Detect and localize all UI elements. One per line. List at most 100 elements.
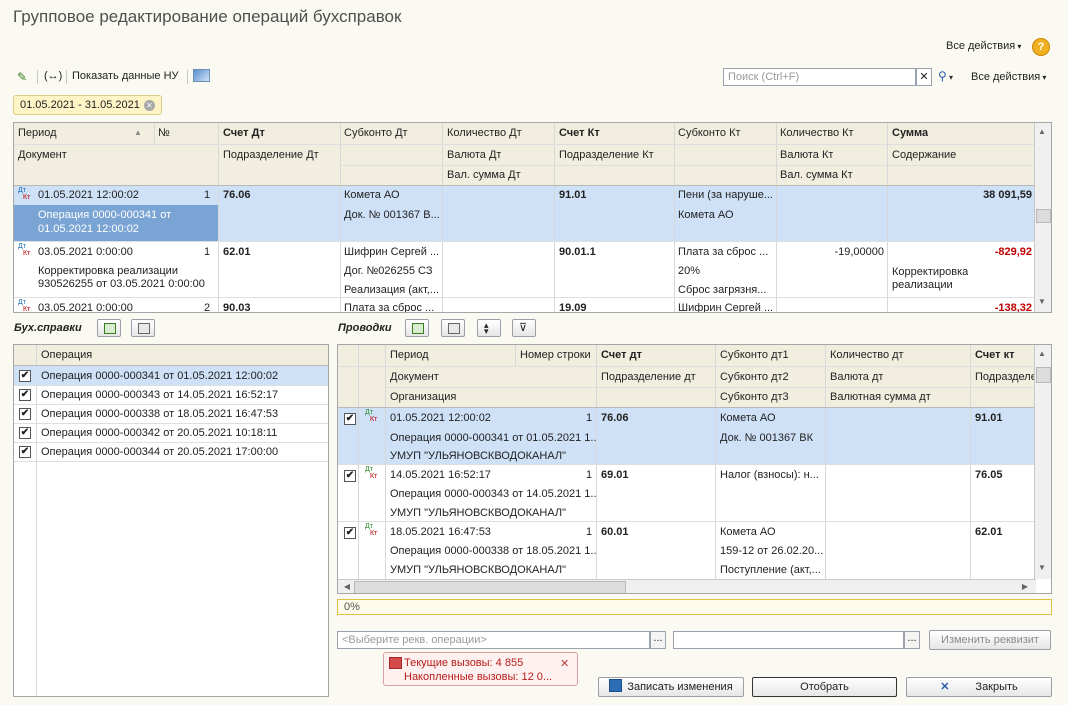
search-icon[interactable]: ⚲ ▾ bbox=[938, 69, 953, 83]
row-sub-kt: Пени (за наруше... bbox=[678, 189, 773, 201]
col-dept-kt[interactable]: Подразделе bbox=[975, 371, 1037, 384]
col-sub-dt2[interactable]: Субконто дт2 bbox=[720, 371, 789, 384]
scroll-thumb[interactable] bbox=[1036, 367, 1051, 383]
col-content[interactable]: Содержание bbox=[892, 149, 956, 162]
operation-checkbox[interactable]: ✔ bbox=[19, 370, 31, 382]
dt-kt-icon[interactable] bbox=[193, 69, 210, 82]
close-x-icon: ✕ bbox=[940, 681, 950, 693]
filter-icon[interactable]: ⊽ bbox=[512, 319, 536, 337]
col-acc-dt[interactable]: Счет Дт bbox=[223, 127, 265, 140]
col-sub-dt1[interactable]: Субконто дт1 bbox=[720, 349, 789, 362]
progress-text: 0% bbox=[344, 601, 360, 613]
entry-checkbox[interactable]: ✔ bbox=[344, 413, 356, 425]
scroll-down-icon[interactable]: ▼ bbox=[1035, 563, 1049, 572]
help-icon[interactable]: ? bbox=[1032, 38, 1050, 56]
check-all-entries-button[interactable] bbox=[405, 319, 429, 337]
row-sum: -829,92 bbox=[994, 246, 1032, 258]
uncheck-all-entries-button[interactable] bbox=[441, 319, 465, 337]
move-button[interactable]: ▴ ▾ bbox=[477, 319, 501, 337]
entry-checkbox[interactable]: ✔ bbox=[344, 470, 356, 482]
row-sub-kt: Плата за сброс ... bbox=[678, 246, 769, 258]
col-acc-kt[interactable]: Счет Кт bbox=[559, 127, 600, 140]
close-icon[interactable]: ✕ bbox=[560, 657, 569, 670]
main-table: Период ▲ № Счет Дт Субконто Дт Количеств… bbox=[13, 122, 1052, 313]
col-sub-dt3[interactable]: Субконто дт3 bbox=[720, 391, 789, 404]
search-clear-icon[interactable]: ✕ bbox=[916, 68, 932, 86]
select-button[interactable]: Отобрать bbox=[752, 677, 897, 697]
col-operation[interactable]: Операция bbox=[41, 349, 92, 362]
requisite-select-button[interactable]: ... bbox=[650, 631, 666, 649]
change-requisite-button[interactable]: Изменить реквизит bbox=[929, 630, 1051, 650]
entries-scrollbar-h[interactable]: ◀ ▶ bbox=[338, 579, 1036, 593]
col-period[interactable]: Период bbox=[390, 349, 429, 362]
uncheck-all-button[interactable] bbox=[131, 319, 155, 337]
grid-line bbox=[596, 345, 597, 579]
col-dept-dt[interactable]: Подразделение Дт bbox=[223, 149, 319, 162]
row-period: 18.05.2021 16:47:53 bbox=[390, 526, 491, 538]
scroll-down-icon[interactable]: ▼ bbox=[1035, 297, 1049, 306]
row-sum: 38 091,59 bbox=[983, 189, 1032, 201]
close-button[interactable]: ✕ Закрыть bbox=[906, 677, 1052, 697]
row-org: УМУП "УЛЬЯНОВСКВОДОКАНАЛ" bbox=[390, 564, 567, 576]
col-qty-dt[interactable]: Количество дт bbox=[830, 349, 904, 362]
main-table-scrollbar[interactable]: ▲ ▼ bbox=[1034, 123, 1051, 312]
row-divider bbox=[14, 297, 1036, 298]
col-sub-dt[interactable]: Субконто Дт bbox=[344, 127, 408, 140]
col-document[interactable]: Документ bbox=[18, 149, 67, 162]
scroll-right-icon[interactable]: ▶ bbox=[1018, 582, 1032, 591]
scroll-up-icon[interactable]: ▲ bbox=[1035, 349, 1049, 358]
entries-scrollbar-v[interactable]: ▲ ▼ bbox=[1034, 345, 1051, 579]
operation-checkbox[interactable]: ✔ bbox=[19, 446, 31, 458]
col-dept-dt[interactable]: Подразделение дт bbox=[601, 371, 696, 384]
edit-icon[interactable]: ✎ bbox=[17, 70, 27, 84]
remove-filter-icon[interactable]: ✕ bbox=[143, 100, 155, 111]
scroll-thumb[interactable] bbox=[1036, 209, 1051, 223]
col-cur-dt[interactable]: Валюта Дт bbox=[447, 149, 501, 162]
grid-line bbox=[154, 123, 155, 144]
col-org[interactable]: Организация bbox=[390, 391, 456, 404]
col-cursum-dt[interactable]: Валютная сумма дт bbox=[830, 391, 931, 404]
scroll-left-icon[interactable]: ◀ bbox=[340, 582, 354, 591]
show-nu-button[interactable]: Показать данные НУ bbox=[72, 70, 179, 82]
col-qty-dt[interactable]: Количество Дт bbox=[447, 127, 522, 140]
all-actions-toolbar[interactable]: Все действия bbox=[971, 71, 1046, 83]
col-cursum-kt[interactable]: Вал. сумма Кт bbox=[780, 169, 853, 182]
col-document[interactable]: Документ bbox=[390, 371, 439, 384]
row-divider bbox=[338, 521, 1036, 522]
scroll-up-icon[interactable]: ▲ bbox=[1035, 127, 1049, 136]
search-input[interactable]: Поиск (Ctrl+F) bbox=[723, 68, 916, 86]
save-icon bbox=[609, 679, 623, 692]
col-cur-kt[interactable]: Валюта Кт bbox=[780, 149, 833, 162]
page-title: Групповое редактирование операций бухспр… bbox=[13, 7, 402, 26]
requisite-select-input[interactable]: <Выберите рекв. операции> bbox=[337, 631, 650, 649]
check-all-button[interactable] bbox=[97, 319, 121, 337]
col-period[interactable]: Период bbox=[18, 127, 57, 140]
col-sum[interactable]: Сумма bbox=[892, 127, 928, 140]
operation-checkbox[interactable]: ✔ bbox=[19, 427, 31, 439]
scroll-thumb[interactable] bbox=[354, 581, 626, 593]
grid-line bbox=[515, 345, 516, 366]
operation-checkbox[interactable]: ✔ bbox=[19, 408, 31, 420]
col-cursum-dt[interactable]: Вал. сумма Дт bbox=[447, 169, 521, 182]
col-acc-dt[interactable]: Счет дт bbox=[601, 349, 642, 362]
requisite-value-button[interactable]: ... bbox=[904, 631, 920, 649]
row-num: 2 bbox=[204, 302, 211, 313]
arrows-icon[interactable]: (↔) bbox=[44, 70, 62, 82]
col-acc-kt[interactable]: Счет кт bbox=[975, 349, 1015, 362]
save-changes-button[interactable]: Записать изменения bbox=[598, 677, 744, 697]
all-actions-top[interactable]: Все действия bbox=[946, 40, 1021, 52]
col-line-no[interactable]: Номер строки bbox=[520, 349, 591, 362]
operation-checkbox[interactable]: ✔ bbox=[19, 389, 31, 401]
row-acc-kt: 76.05 bbox=[975, 469, 1003, 481]
period-filter-chip[interactable]: 01.05.2021 - 31.05.2021 ✕ bbox=[13, 95, 162, 115]
col-dept-kt[interactable]: Подразделение Кт bbox=[559, 149, 654, 162]
row-acc-kt: 91.01 bbox=[975, 412, 1003, 424]
grid-line bbox=[442, 123, 443, 312]
dt-kt-icon: Дт Кт bbox=[18, 187, 31, 201]
col-cur-dt[interactable]: Валюта дт bbox=[830, 371, 883, 384]
col-sub-kt[interactable]: Субконто Кт bbox=[678, 127, 741, 140]
requisite-value-input[interactable] bbox=[673, 631, 904, 649]
col-num[interactable]: № bbox=[158, 127, 170, 140]
col-qty-kt[interactable]: Количество Кт bbox=[780, 127, 854, 140]
entry-checkbox[interactable]: ✔ bbox=[344, 527, 356, 539]
